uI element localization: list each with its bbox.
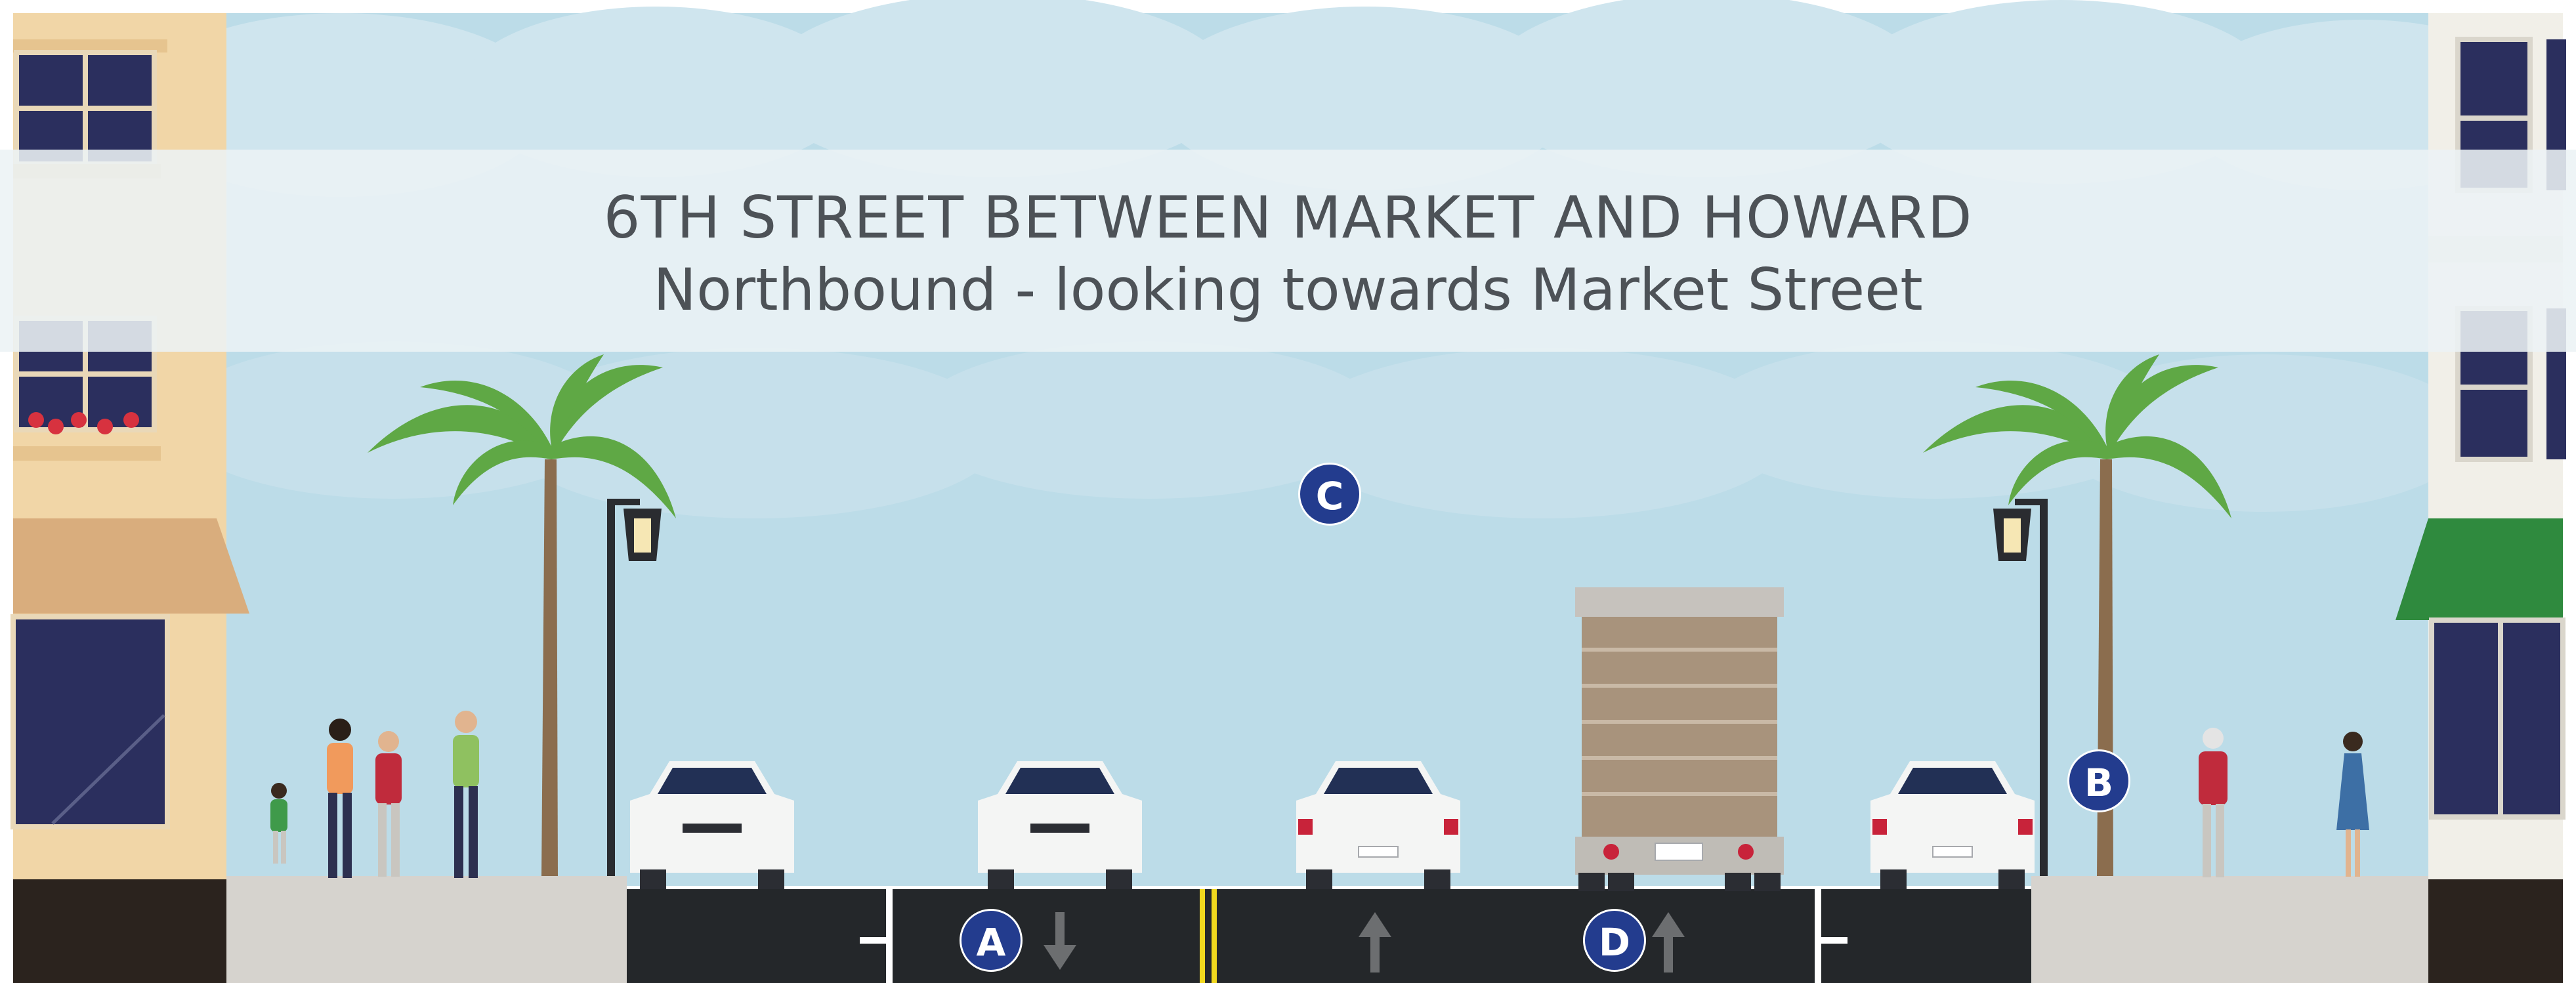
street-illustration <box>0 0 2576 983</box>
marker-c: C <box>1298 463 1361 526</box>
marker-a: A <box>960 909 1023 972</box>
box-truck <box>1575 587 1784 891</box>
page-subtitle: Northbound - looking towards Market Stre… <box>653 256 1923 324</box>
marker-d: D <box>1583 909 1646 972</box>
marker-b: B <box>2067 749 2130 812</box>
left-sidewalk <box>226 876 627 983</box>
right-sidewalk <box>2031 876 2428 983</box>
page-title: 6TH STREET BETWEEN MARKET AND HOWARD <box>603 184 1973 251</box>
street-cross-section: 6TH STREET BETWEEN MARKET AND HOWARD Nor… <box>0 0 2576 983</box>
